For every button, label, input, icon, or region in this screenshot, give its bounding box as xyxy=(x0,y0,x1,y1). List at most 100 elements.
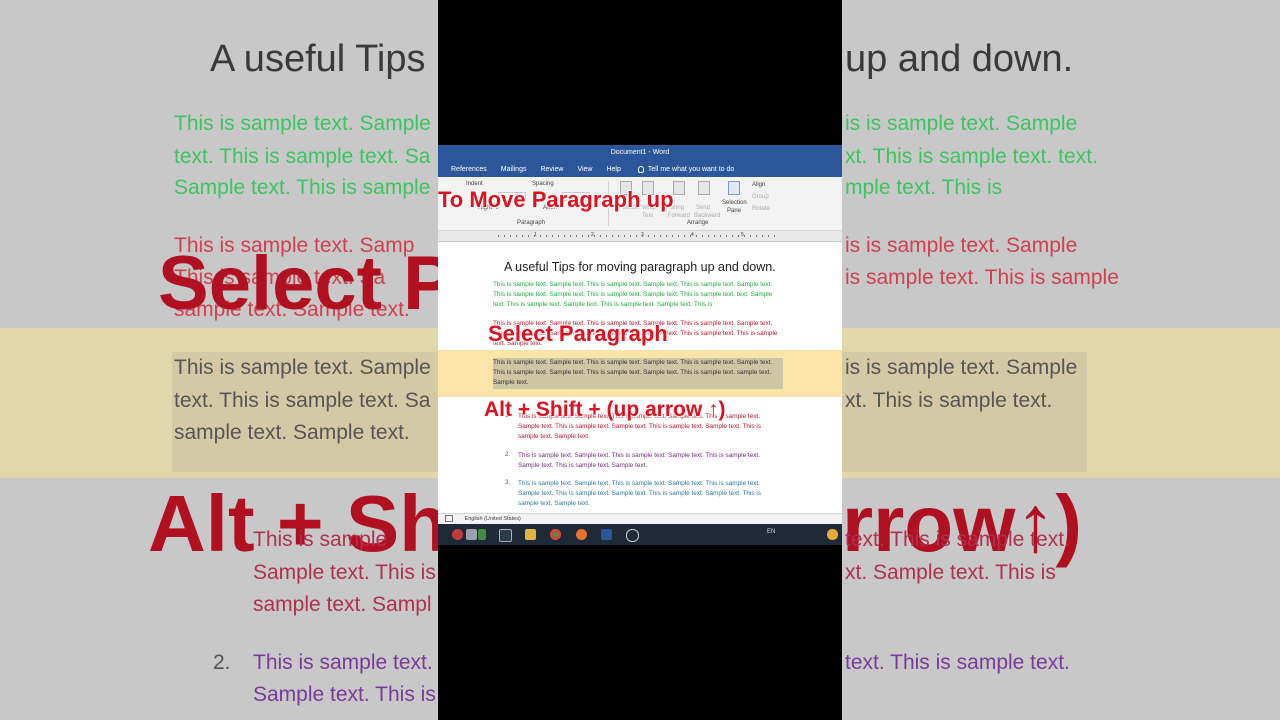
tell-me-text: Tell me what you want to do xyxy=(647,165,735,173)
bg-list-line: sample text. Sampl xyxy=(253,593,432,616)
align-button[interactable]: Align xyxy=(752,182,765,188)
ruler-tick xyxy=(720,235,721,237)
bg-list-line: text. This is sample text. xyxy=(845,651,1070,674)
taskbar: EN xyxy=(438,524,842,545)
ruler-tick xyxy=(630,235,631,237)
ruler-tick xyxy=(498,235,499,237)
menu-bar: References Mailings Review View Help Tel… xyxy=(438,161,842,177)
input-language[interactable]: EN xyxy=(767,529,775,535)
bg-green-line: text. This is sample text. Sa xyxy=(174,145,431,168)
proofing-icon[interactable] xyxy=(445,515,453,523)
forward-label: Forward xyxy=(668,213,691,219)
bring-forward-icon[interactable] xyxy=(673,181,685,195)
ruler-tick xyxy=(510,235,511,237)
ruler-tick xyxy=(762,235,763,237)
bg-sel-line: sample text. Sample text. xyxy=(174,421,410,444)
ruler-tick xyxy=(756,235,757,237)
bg-list-num: 2. xyxy=(213,651,231,674)
word-icon[interactable] xyxy=(601,529,612,540)
weather-icon[interactable] xyxy=(827,529,838,540)
ruler-tick xyxy=(552,235,553,237)
ruler-tick xyxy=(774,235,775,237)
ruler-tick xyxy=(558,235,559,237)
ruler-tick xyxy=(606,235,607,237)
tree-icon[interactable] xyxy=(478,529,486,540)
app-icon[interactable] xyxy=(452,529,463,540)
ruler-tick xyxy=(636,235,637,237)
ruler-tick xyxy=(624,235,625,237)
caption-move-up: To Move Paragraph up xyxy=(438,187,674,212)
bg-green-line: This is sample text. Sample xyxy=(174,112,431,135)
backward-label: Backward xyxy=(694,213,721,219)
bg-list-line: This is sample text. xyxy=(253,651,433,674)
menu-review[interactable]: Review xyxy=(533,166,570,173)
bg-title-right: up and down. xyxy=(845,38,1074,80)
ruler-tick xyxy=(516,235,517,237)
bg-list-line: This is sample xyxy=(253,528,388,551)
document-heading: A useful Tips for moving paragraph up an… xyxy=(504,260,776,274)
bg-red-line: is sample text. This is sample xyxy=(845,266,1119,289)
list-number: 3. xyxy=(505,479,511,486)
menu-help[interactable]: Help xyxy=(599,166,627,173)
bg-sel-line: xt. This is sample text. xyxy=(845,389,1053,412)
paragraph-selected: This is sample text. Sample text. This i… xyxy=(493,358,783,389)
ruler-tick xyxy=(594,235,595,237)
ruler-tick xyxy=(588,235,589,237)
ruler-tick xyxy=(666,235,667,237)
ruler-tick xyxy=(750,235,751,237)
tell-me-box[interactable]: Tell me what you want to do xyxy=(628,165,741,173)
list-number: 2. xyxy=(505,451,511,458)
list-item: This is sample text. Sample text. This i… xyxy=(518,452,760,470)
bg-title-left: A useful Tips xyxy=(210,38,426,80)
bg-sel-line: This is sample text. Sample xyxy=(174,356,431,379)
ruler-tick xyxy=(672,235,673,237)
arrange-group-label: Arrange xyxy=(687,220,709,226)
bg-alt-caption-left: Alt + Sh xyxy=(148,479,449,568)
menu-mailings[interactable]: Mailings xyxy=(494,166,534,173)
ruler-tick xyxy=(570,235,571,237)
ruler-tick xyxy=(540,235,541,237)
ruler-tick xyxy=(726,235,727,237)
bg-list-line: Sample text. This is xyxy=(253,561,436,584)
clock-app-icon[interactable] xyxy=(626,529,639,542)
selection-label: Selection xyxy=(722,200,747,206)
ruler-tick xyxy=(642,235,643,237)
menu-view[interactable]: View xyxy=(570,166,599,173)
ruler-tick xyxy=(612,235,613,237)
ruler-tick xyxy=(768,235,769,237)
rotate-button[interactable]: Rotate xyxy=(752,206,770,212)
ruler-tick xyxy=(738,235,739,237)
caption-shortcut: Alt + Shift + (up arrow ↑) xyxy=(484,398,726,421)
paragraph-group-label: Paragraph xyxy=(517,220,546,226)
bg-green-line: mple text. This is xyxy=(845,176,1003,199)
bg-red-line: is is sample text. Sample xyxy=(845,234,1078,257)
ruler-tick xyxy=(618,235,619,237)
paragraph-green: This is sample text. Sample text. This i… xyxy=(493,281,773,309)
bg-select-caption: Select P xyxy=(158,241,454,326)
language-status[interactable]: English (United States) xyxy=(465,516,521,522)
selection-pane-icon[interactable] xyxy=(728,181,740,195)
bg-list-line: text. This is sample text. xyxy=(845,528,1070,551)
app-icon[interactable] xyxy=(466,529,477,540)
ruler-tick xyxy=(534,235,535,237)
ruler-tick xyxy=(690,235,691,237)
document-page[interactable]: A useful Tips for moving paragraph up an… xyxy=(438,255,842,517)
ruler-tick xyxy=(732,235,733,237)
menu-references[interactable]: References xyxy=(444,166,494,173)
group-button[interactable]: Group xyxy=(752,194,769,200)
ruler-tick xyxy=(744,235,745,237)
pane-label: Pane xyxy=(727,208,742,214)
ruler-number: 4 xyxy=(691,232,694,238)
send-label: Send xyxy=(696,205,711,211)
task-view-icon[interactable] xyxy=(499,529,512,542)
ruler-tick xyxy=(546,235,547,237)
bg-alt-caption-right: rrow↑) xyxy=(842,479,1082,568)
rss-icon[interactable] xyxy=(576,529,587,540)
chrome-icon[interactable] xyxy=(550,529,561,540)
ruler-tick xyxy=(714,235,715,237)
bg-green-line: Sample text. This is sample xyxy=(174,176,431,199)
ruler-tick xyxy=(528,235,529,237)
send-backward-icon[interactable] xyxy=(698,181,710,195)
file-explorer-icon[interactable] xyxy=(525,529,536,540)
ruler-tick xyxy=(600,235,601,237)
